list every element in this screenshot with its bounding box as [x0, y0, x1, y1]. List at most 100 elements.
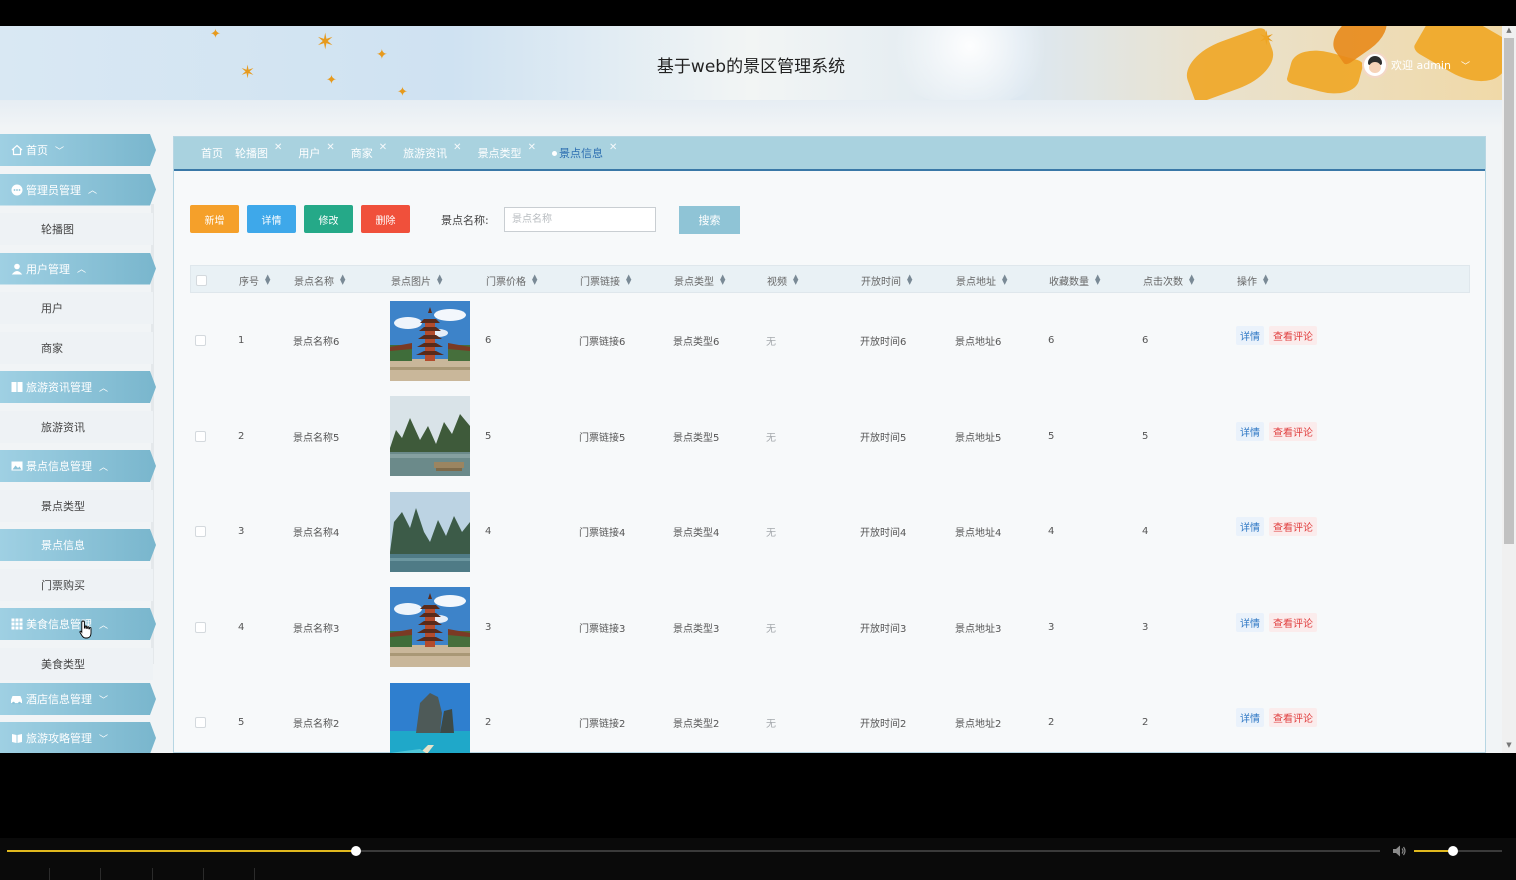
row-checkbox[interactable] [195, 717, 206, 728]
row-checkbox[interactable] [195, 430, 206, 442]
detail-button[interactable]: 详情 [247, 205, 296, 233]
column-header[interactable]: 视频 ▲ ▼ [767, 266, 798, 294]
close-icon[interactable]: ✕ [326, 142, 334, 153]
welcome-text[interactable]: 欢迎 admin [1391, 57, 1451, 73]
sort-icon[interactable]: ▲ ▼ [1002, 274, 1007, 286]
sort-icon[interactable]: ▲ ▼ [532, 274, 537, 286]
column-header[interactable]: 门票链接 ▲ ▼ [580, 266, 631, 294]
sort-icon[interactable]: ▲ ▼ [907, 274, 912, 286]
row-detail-button[interactable]: 详情 [1236, 708, 1264, 727]
volume-knob[interactable] [1447, 846, 1458, 856]
spot-thumbnail[interactable] [390, 491, 470, 572]
sidebar-item-7[interactable]: 旅游资讯 [0, 410, 153, 443]
scroll-down-arrow-icon[interactable]: ▼ [1502, 741, 1516, 753]
spot-thumbnail[interactable] [390, 300, 470, 381]
tab-1[interactable]: 轮播图 ✕ [235, 142, 282, 161]
sidebar-group-3[interactable]: 用户管理 ︿ [0, 252, 156, 285]
sort-icon[interactable]: ▲ ▼ [793, 274, 798, 286]
tab-5[interactable]: 景点类型 ✕ [478, 142, 536, 161]
progress-knob[interactable] [350, 846, 361, 856]
select-all-checkbox[interactable] [196, 274, 207, 286]
avatar[interactable] [1362, 52, 1388, 78]
sort-icon[interactable]: ▲ ▼ [626, 274, 631, 286]
sort-icon[interactable]: ▲ ▼ [720, 274, 725, 286]
tab-6[interactable]: 景点信息 ✕ [551, 142, 617, 161]
sidebar-group-15[interactable]: 旅游攻略管理 ﹀ [0, 722, 156, 753]
table-row[interactable]: 1 景点名称6 6 门票链接6 景点类型6 无 开放时间6 景点地址6 6 6 详情 查看评论 [190, 293, 1470, 389]
sidebar-group-0[interactable]: 首页 ﹀ [0, 134, 156, 166]
sort-icon[interactable]: ▲ ▼ [1189, 274, 1194, 286]
row-detail-button[interactable]: 详情 [1236, 517, 1264, 536]
delete-button[interactable]: 删除 [361, 205, 410, 233]
row-checkbox[interactable] [195, 526, 206, 537]
sidebar-item-9[interactable]: 景点类型 [0, 489, 153, 522]
table-row[interactable]: 3 景点名称4 4 门票链接4 景点类型4 无 开放时间4 景点地址4 4 4 详情 查看评论 [190, 484, 1470, 580]
column-header-label: 视频 [767, 276, 787, 288]
row-view-comments-button[interactable]: 查看评论 [1269, 326, 1317, 345]
close-icon[interactable]: ✕ [379, 142, 387, 153]
progress-bar[interactable] [7, 846, 1380, 856]
cell-clicks: 4 [1142, 526, 1149, 537]
tab-3[interactable]: 商家 ✕ [351, 142, 387, 161]
column-header[interactable]: 点击次数 ▲ ▼ [1143, 266, 1194, 294]
sort-icon[interactable]: ▲ ▼ [265, 274, 270, 286]
close-icon[interactable]: ✕ [528, 142, 536, 153]
page-scrollbar[interactable]: ▲ ▼ [1502, 26, 1516, 753]
screen: ✦ ✶ ✶ ✦ ✦ ✦ ✶ 基于web的景区管理系统 欢迎 admin ﹀ 首页… [0, 0, 1516, 880]
sort-icon[interactable]: ▲ ▼ [1263, 274, 1268, 286]
volume-icon[interactable] [1391, 843, 1407, 859]
sidebar-group-14[interactable]: 酒店信息管理 ﹀ [0, 683, 156, 715]
spot-thumbnail[interactable] [390, 682, 470, 753]
search-button[interactable]: 搜索 [679, 206, 740, 234]
spot-thumbnail[interactable] [390, 587, 470, 667]
table-row[interactable]: 2 景点名称5 5 门票链接5 景点类型5 无 开放时间5 景点地址5 5 5 详情 查看评论 [190, 389, 1470, 485]
column-header[interactable]: 景点地址 ▲ ▼ [956, 266, 1007, 294]
sidebar-group-1[interactable]: 管理员管理 ︿ [0, 173, 156, 206]
sidebar-item-10[interactable]: 景点信息 [0, 529, 156, 561]
column-header[interactable]: 序号 ▲ ▼ [239, 266, 270, 294]
sidebar-group-6[interactable]: 旅游资讯管理 ︿ [0, 371, 156, 403]
add-button[interactable]: 新增 [190, 205, 239, 233]
sort-icon[interactable]: ▲ ▼ [437, 274, 442, 286]
volume-slider[interactable] [1414, 846, 1502, 856]
search-input[interactable] [504, 207, 656, 232]
row-detail-button[interactable]: 详情 [1236, 326, 1264, 345]
close-icon[interactable]: ✕ [609, 142, 617, 153]
row-detail-button[interactable]: 详情 [1236, 612, 1264, 632]
tab-0[interactable]: 首页 [201, 145, 223, 161]
tab-2[interactable]: 用户 ✕ [298, 142, 334, 161]
sidebar-item-2[interactable]: 轮播图 [0, 213, 153, 245]
sort-icon[interactable]: ▲ ▼ [1095, 274, 1100, 286]
sidebar-group-8[interactable]: 景点信息管理 ︿ [0, 450, 156, 482]
spot-thumbnail[interactable] [390, 396, 470, 476]
user-menu[interactable]: 欢迎 admin ﹀ [1362, 48, 1470, 82]
column-header[interactable]: 门票价格 ▲ ▼ [486, 266, 537, 294]
row-view-comments-button[interactable]: 查看评论 [1269, 612, 1317, 632]
close-icon[interactable]: ✕ [274, 142, 282, 153]
sidebar-item-13[interactable]: 美食类型 [0, 647, 153, 680]
scroll-up-arrow-icon[interactable]: ▲ [1502, 26, 1516, 38]
scroll-thumb[interactable] [1504, 38, 1514, 544]
row-view-comments-button[interactable]: 查看评论 [1269, 421, 1317, 441]
sidebar-item-4[interactable]: 用户 [0, 292, 153, 324]
table-row[interactable]: 5 景点名称2 2 门票链接2 景点类型2 无 开放时间2 景点地址2 2 2 详情 查看评论 [190, 675, 1470, 753]
column-header[interactable]: 景点名称 ▲ ▼ [294, 266, 345, 294]
row-checkbox[interactable] [195, 621, 206, 633]
row-detail-button[interactable]: 详情 [1236, 421, 1264, 441]
sidebar-item-5[interactable]: 商家 [0, 331, 153, 364]
tab-4[interactable]: 旅游资讯 ✕ [403, 142, 461, 161]
sort-icon[interactable]: ▲ ▼ [340, 274, 345, 286]
row-view-comments-button[interactable]: 查看评论 [1269, 708, 1317, 727]
column-header[interactable]: 开放时间 ▲ ▼ [861, 266, 912, 294]
column-header[interactable]: 收藏数量 ▲ ▼ [1049, 266, 1100, 294]
edit-button[interactable]: 修改 [304, 205, 353, 233]
sidebar-group-12[interactable]: 美食信息管理 ︿ [0, 608, 156, 640]
chevron-down-icon[interactable]: ﹀ [1461, 59, 1470, 72]
close-icon[interactable]: ✕ [453, 142, 461, 153]
sidebar-item-11[interactable]: 门票购买 [0, 568, 153, 601]
row-checkbox[interactable] [195, 335, 206, 346]
table-row[interactable]: 4 景点名称3 3 门票链接3 景点类型3 无 开放时间3 景点地址3 3 3 详情 查看评论 [190, 580, 1470, 676]
row-view-comments-button[interactable]: 查看评论 [1269, 517, 1317, 536]
column-header[interactable]: 景点类型 ▲ ▼ [674, 266, 725, 294]
column-header[interactable]: 景点图片 ▲ ▼ [391, 266, 442, 294]
